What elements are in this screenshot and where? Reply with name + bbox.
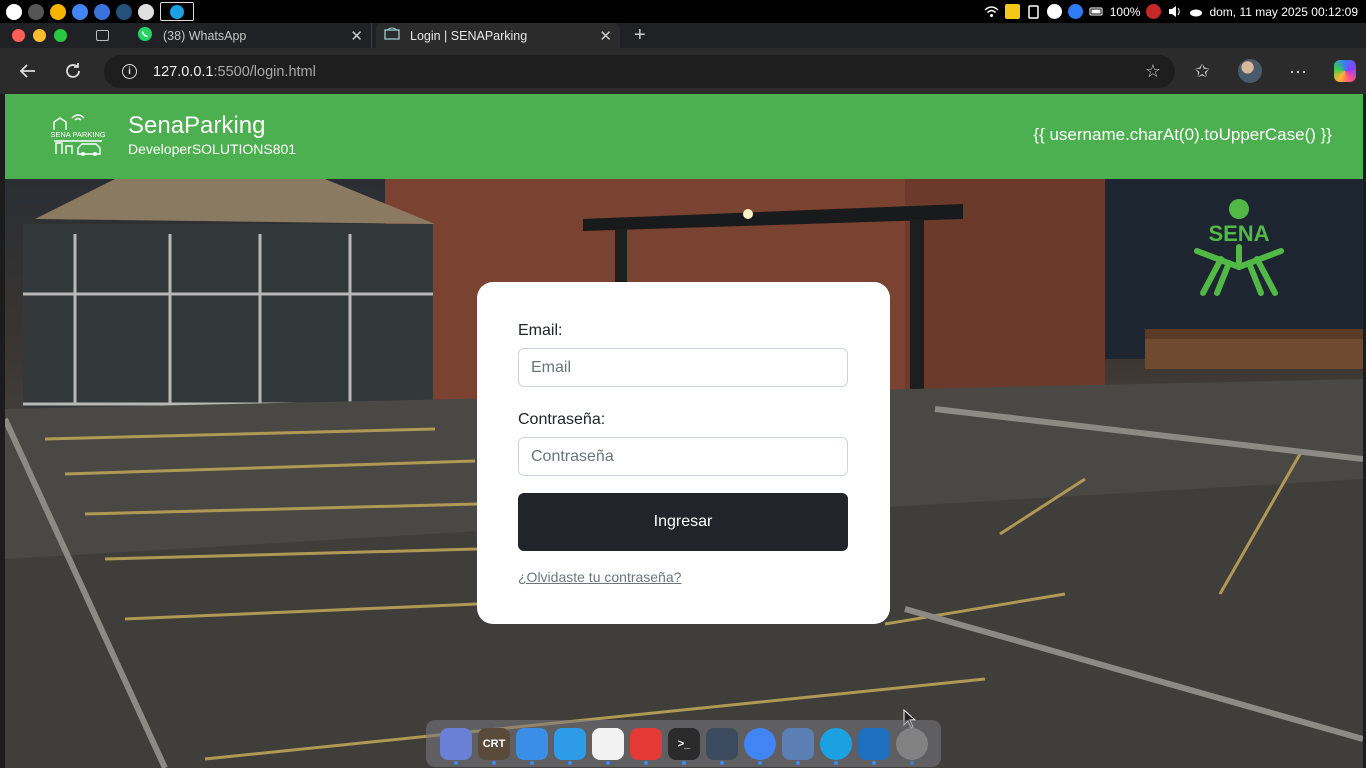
chrome-icon[interactable]: [744, 727, 776, 765]
edge-icon[interactable]: [160, 2, 194, 21]
launchpad-icon[interactable]: [440, 727, 472, 765]
toolbar-actions: ✩ ···: [1190, 48, 1366, 94]
close-window-button[interactable]: [12, 29, 25, 42]
login-card: Email: Contraseña: Ingresar ¿Olvidaste t…: [477, 282, 890, 624]
files-icon[interactable]: [706, 727, 738, 765]
minimize-window-button[interactable]: [33, 29, 46, 42]
sena-parking-logo: SENA PARKING: [50, 114, 106, 156]
bird-app-icon[interactable]: [116, 3, 132, 20]
running-indicator: [568, 760, 572, 765]
dock-item-label: CRT: [482, 737, 506, 750]
os-menubar: 100% dom, 11 may 2025 00:12:09: [0, 0, 1366, 23]
trash-icon[interactable]: [896, 727, 928, 765]
running-indicator: [644, 760, 648, 765]
browser-toolbar: i 127.0.0.1:5500/login.html ☆ ✩ ···: [0, 48, 1366, 94]
running-indicator: [872, 760, 876, 765]
whatsapp-icon: [137, 26, 153, 45]
finder-icon[interactable]: [516, 727, 548, 765]
running-indicator: [834, 760, 838, 765]
logo-label: SENA PARKING: [50, 130, 105, 139]
reload-icon[interactable]: [57, 55, 89, 87]
tab-login[interactable]: Login | SENAParking ✕: [376, 23, 620, 48]
screen-recorder-icon[interactable]: [630, 727, 662, 765]
running-indicator: [720, 760, 724, 765]
bluetooth-icon[interactable]: [1067, 4, 1083, 19]
email-input[interactable]: [518, 348, 848, 387]
close-tab-icon[interactable]: ✕: [599, 27, 612, 45]
running-indicator: [606, 760, 610, 765]
crt-terminal-icon[interactable]: CRT: [478, 727, 510, 765]
docker-icon[interactable]: [782, 727, 814, 765]
running-indicator: [796, 760, 800, 765]
profile-avatar[interactable]: [1238, 59, 1262, 83]
browser-tabstrip: (38) WhatsApp ✕ Login | SENAParking ✕ +: [0, 23, 1366, 48]
sena-logo-text: SENA: [1208, 221, 1269, 246]
check-circle-icon[interactable]: [1046, 4, 1062, 19]
photos-icon[interactable]: [592, 727, 624, 765]
favorites-icon[interactable]: ✩: [1190, 59, 1214, 83]
battery-icon[interactable]: [1089, 4, 1104, 19]
login-button[interactable]: Ingresar: [518, 493, 848, 551]
email-label: Email:: [518, 322, 563, 339]
os-clock[interactable]: dom, 11 may 2025 00:12:09: [1209, 5, 1358, 19]
running-indicator: [682, 760, 686, 765]
url-path: :5500/login.html: [213, 63, 316, 80]
clipboard-icon[interactable]: [1026, 4, 1041, 19]
address-bar[interactable]: i 127.0.0.1:5500/login.html ☆: [104, 55, 1175, 88]
chrome-canary-icon[interactable]: [50, 3, 66, 20]
firefox-icon[interactable]: [94, 3, 110, 20]
sena-favicon-icon: [384, 26, 400, 45]
copilot-icon[interactable]: [1334, 60, 1356, 82]
chrome-icon[interactable]: [72, 3, 88, 20]
os-dock: CRT >_: [426, 720, 941, 767]
os-status-area: 100% dom, 11 may 2025 00:12:09: [984, 0, 1366, 23]
weather-icon[interactable]: [1188, 4, 1203, 19]
bookmark-star-icon[interactable]: ☆: [1145, 61, 1161, 82]
page-viewport: SENA PARKING SenaParking DeveloperSOLUTI…: [5, 94, 1363, 768]
back-icon[interactable]: [12, 55, 44, 87]
password-input[interactable]: [518, 437, 848, 476]
brand-subtitle: DeveloperSOLUTIONS801: [128, 141, 297, 157]
password-label: Contraseña:: [518, 411, 606, 428]
site-info-icon[interactable]: i: [122, 64, 137, 79]
wifi-icon[interactable]: [984, 4, 999, 19]
site-header: SENA PARKING SenaParking DeveloperSOLUTI…: [5, 94, 1363, 179]
active-app-glyph: [170, 4, 184, 19]
window-controls: [0, 29, 90, 42]
user-initial[interactable]: {{ username.charAt(0).toUpperCase() }}: [1033, 125, 1332, 145]
running-indicator: [454, 760, 458, 765]
brand-title: SenaParking: [128, 112, 266, 139]
battery-percent: 100%: [1109, 4, 1141, 19]
more-menu-icon[interactable]: ···: [1286, 59, 1310, 83]
forgot-password-link[interactable]: ¿Olvidaste tu contraseña?: [518, 569, 849, 585]
clock-app-icon[interactable]: [28, 3, 44, 20]
new-tab-icon[interactable]: +: [634, 24, 646, 47]
camera-app-icon[interactable]: [138, 3, 154, 20]
tab-actions-icon[interactable]: [96, 30, 109, 41]
running-indicator: [758, 760, 762, 765]
tab-title: Login | SENAParking: [410, 28, 528, 43]
os-app-list: [0, 0, 194, 23]
edge-icon[interactable]: [820, 727, 852, 765]
maximize-window-button[interactable]: [54, 29, 67, 42]
apple-icon[interactable]: [6, 3, 22, 20]
parking-background: SENA Email: Contraseña: Ingresar ¿Olvida…: [5, 179, 1363, 768]
tab-title: (38) WhatsApp: [163, 28, 247, 43]
vscode-icon[interactable]: [858, 727, 890, 765]
dock-item-label: >_: [677, 737, 691, 750]
running-indicator: [910, 760, 914, 765]
running-indicator: [492, 760, 496, 765]
running-indicator: [530, 760, 534, 765]
notes-app-icon[interactable]: [1004, 4, 1020, 19]
volume-icon[interactable]: [1167, 4, 1182, 19]
sena-logo: SENA: [1194, 199, 1284, 296]
tab-whatsapp[interactable]: (38) WhatsApp ✕: [129, 23, 372, 48]
close-tab-icon[interactable]: ✕: [350, 27, 363, 45]
safari-icon[interactable]: [554, 727, 586, 765]
terminal-icon[interactable]: >_: [668, 727, 700, 765]
record-icon[interactable]: [1146, 4, 1162, 19]
url-host: 127.0.0.1: [153, 63, 214, 80]
